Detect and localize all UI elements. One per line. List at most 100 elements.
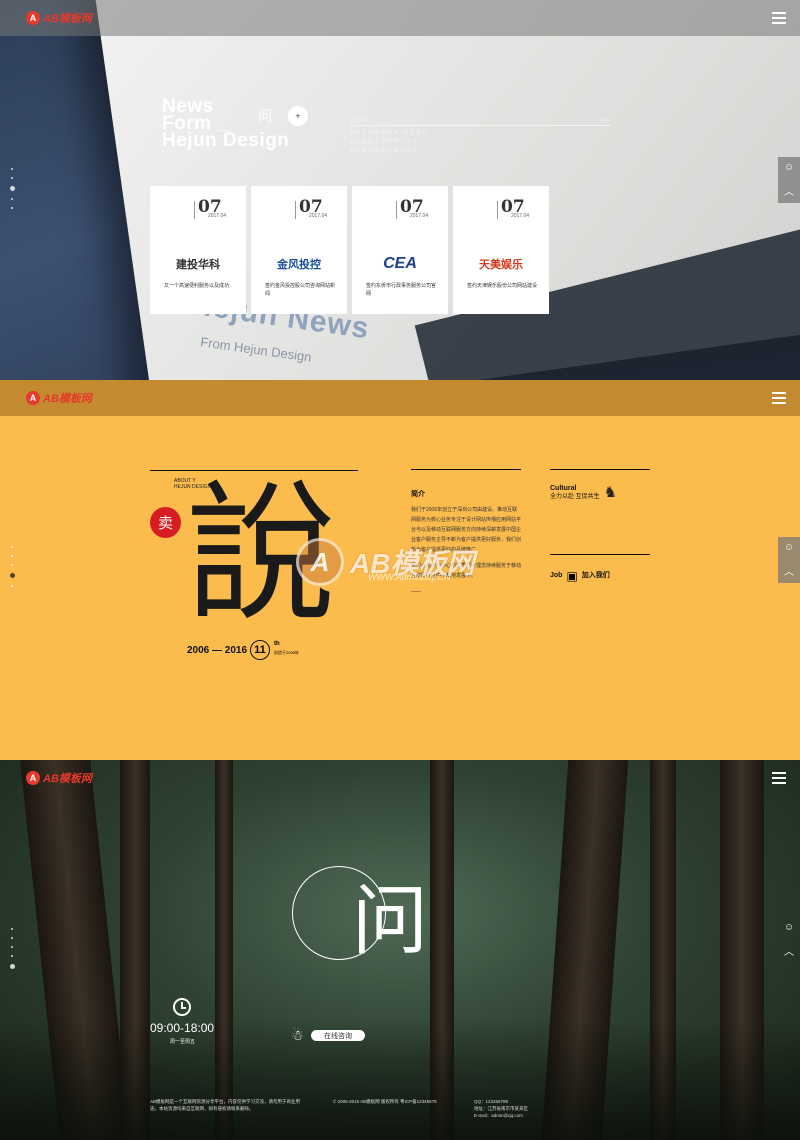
culture-row: Cultural 全力以赴 互促共生 ♞ [550, 484, 650, 502]
hamburger-menu-icon[interactable] [772, 12, 786, 24]
nav-dot[interactable] [11, 928, 13, 930]
news-list-item[interactable]: ◆ 小 心 以 优 势 品 牌 · 设 计 成 长 [350, 130, 610, 136]
nav-dot[interactable] [11, 168, 13, 170]
watermark-logo-icon: A [296, 538, 344, 586]
client-logo: CEA [383, 255, 417, 272]
qq-icon[interactable]: ☺ [784, 542, 794, 553]
business-days: 周一至周五 [170, 1039, 196, 1045]
qq-icon[interactable]: ☺ [784, 162, 794, 173]
news-heading-mini: NEWS [218, 128, 232, 133]
nav-dot[interactable] [11, 937, 13, 939]
footer-copyright: © 2006-2016 AB模板网 版权所有 粤ICP备12345678 [333, 1099, 437, 1104]
job-subtitle: 加入我们 [581, 572, 610, 579]
top-bar: A AB模板网 [0, 380, 800, 416]
watermark-url: WWW.Adminbuy.CN [368, 572, 451, 582]
card-date: 2017.04 [208, 213, 227, 219]
nav-dot[interactable] [11, 946, 13, 948]
nav-dot[interactable] [11, 555, 13, 557]
site-watermark: A AB模板网 WWW.Adminbuy.CN [296, 538, 474, 586]
side-toolbar: ☺ ︿ [778, 537, 800, 583]
culture-text: Cultural 全力以赴 互促共生 [550, 485, 600, 501]
client-logo: 金风投控 [277, 259, 321, 271]
logo-text: AB模板网 [43, 13, 92, 25]
card-date: 2017.04 [511, 213, 530, 219]
online-consult-button[interactable]: 在线咨询 [311, 1030, 365, 1041]
nav-dot[interactable] [11, 564, 13, 566]
question-char-large: 问 [352, 876, 428, 965]
footer-shade [0, 1020, 800, 1140]
culture-block[interactable]: Cultural 全力以赴 互促共生 ♞ [550, 469, 650, 502]
client-logo: 建投华科 [176, 259, 220, 271]
years-count: 11 [250, 640, 270, 660]
nav-dot[interactable] [11, 198, 13, 200]
news-card[interactable]: 07 2017.04 金风投控 签约金风投控股公司咨询网站新闻 [251, 186, 347, 314]
site-logo[interactable]: A AB模板网 [26, 390, 92, 406]
card-description: 签约金风投控股公司咨询网站新闻 [265, 283, 336, 297]
back-to-top-icon[interactable]: ︿ [784, 183, 794, 198]
news-section: Hejun News From Hejun Design A AB模板网 ☺ ︿… [0, 0, 800, 380]
logo-mark: A [26, 391, 40, 405]
top-bar: A AB模板网 [0, 0, 800, 36]
news-list-item[interactable]: ◆ 上 善 若 水 公 司 举 行 年 会 [350, 139, 610, 145]
news-cards: 07 2017.04 建投华科 又一个高速便利服务以及成功 07 2017.04… [150, 186, 549, 314]
nav-dot-active[interactable] [10, 964, 15, 969]
nav-dot[interactable] [11, 177, 13, 179]
site-logo[interactable]: A AB模板网 [26, 10, 92, 26]
deer-icon: ♞ [603, 484, 618, 501]
years-suffix: th [274, 641, 280, 647]
news-card[interactable]: 07 2017.04 建投华科 又一个高速便利服务以及成功 [150, 186, 246, 314]
nav-dot[interactable] [11, 585, 13, 587]
years-range: 2006 — 2016 [187, 645, 248, 656]
years-note: 创造于2006年 [274, 650, 299, 655]
business-hours: 09:00-18:00 [150, 1021, 215, 1035]
intro-title: 简介 [411, 491, 425, 498]
side-toolbar: ☺ ︿ [778, 917, 800, 963]
card-description: 签约东侨市行政事务服务公司官网 [366, 283, 437, 297]
back-to-top-icon[interactable]: ︿ [784, 943, 794, 958]
job-block[interactable]: Job ▣ 加入我们 [550, 554, 650, 583]
culture-title: Cultural [550, 485, 577, 492]
hamburger-menu-icon[interactable] [772, 772, 786, 784]
nav-dot[interactable] [11, 546, 13, 548]
question-char: 问 [258, 109, 272, 125]
logo-text: AB模板网 [43, 393, 92, 405]
card-description: 又一个高速便利服务以及成功 [164, 283, 230, 289]
logo-mark: A [26, 771, 40, 785]
site-logo[interactable]: A AB模板网 [26, 770, 92, 786]
news-card[interactable]: 07 2017.04 CEA 签约东侨市行政事务服务公司官网 [352, 186, 448, 314]
top-bar: A AB模板网 [0, 760, 800, 796]
nav-dot-active[interactable] [10, 186, 15, 191]
red-seal-icon: 卖 [150, 507, 181, 538]
client-logo: 天美娱乐 [479, 259, 523, 271]
nav-dot-active[interactable] [10, 573, 15, 578]
hamburger-menu-icon[interactable] [772, 392, 786, 404]
card-description: 签约天津娱乐股份公司网站建设 [467, 283, 538, 289]
job-title: Job [550, 572, 563, 579]
news-more-button[interactable]: + [288, 106, 308, 126]
culture-subtitle: 全力以赴 互促共生 [550, 494, 600, 500]
nav-dot[interactable] [11, 955, 13, 957]
footer-contact: QQ：123456789 地址：江苏省南京市某某区 E-mail：admin@q… [474, 1099, 528, 1118]
news-list-title: 合骏新闻 [350, 118, 371, 124]
news-card[interactable]: 07 2017.04 天美娱乐 签约天津娱乐股份公司网站建设 [453, 186, 549, 314]
news-list: 合骏新闻 更多 ◆ 小 心 以 优 势 品 牌 · 设 计 成 长 ◆ 上 善 … [350, 117, 610, 154]
clock-icon [173, 998, 191, 1016]
back-to-top-icon[interactable]: ︿ [784, 563, 794, 578]
section-nav-dots [10, 168, 15, 209]
nav-dot[interactable] [11, 207, 13, 209]
job-row: Job ▣ 加入我们 [550, 569, 650, 583]
card-date: 2017.04 [410, 213, 429, 219]
card-date: 2017.04 [309, 213, 328, 219]
news-list-item[interactable]: ◆ 合 骏 设 计 新 闻 发 布 活 动 [350, 148, 610, 154]
section-nav-dots [10, 928, 15, 969]
qq-icon[interactable]: ☺ [784, 922, 794, 933]
intro-paragraph: —— [411, 589, 421, 595]
news-list-header: 合骏新闻 更多 [350, 117, 610, 126]
qq-penguin-icon: ☃ [291, 1027, 304, 1043]
job-icon: ▣ [566, 569, 578, 583]
logo-text: AB模板网 [43, 773, 92, 785]
footer-about: AB模板网是一个互联网资源分享平台，内容仅供学习交流，请勿用于商业用途。本站资源… [150, 1099, 300, 1111]
side-toolbar: ☺ ︿ [778, 157, 800, 203]
news-list-more-link[interactable]: 更多 [600, 117, 610, 124]
section-nav-dots [10, 546, 15, 587]
